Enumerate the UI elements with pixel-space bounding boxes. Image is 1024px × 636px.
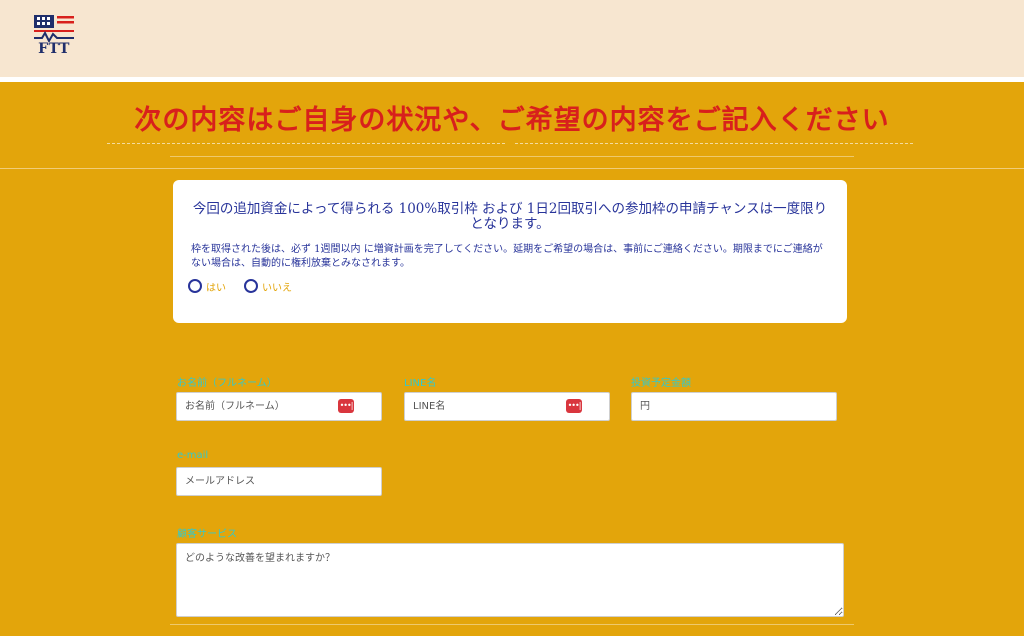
radio-yes[interactable]: はい (188, 279, 226, 294)
bottom-divider (170, 624, 854, 625)
service-label: 顧客サービス (177, 529, 237, 540)
headline-underline-left (107, 143, 505, 144)
radio-no[interactable]: いいえ (244, 279, 292, 294)
logo-text: FTT (38, 41, 70, 57)
consent-radio-group: はい いいえ (188, 277, 310, 295)
amount-input[interactable] (631, 392, 837, 421)
name-label: お名前（フルネーム） (177, 378, 277, 389)
amount-label: 投資予定金額 (631, 378, 691, 389)
radio-circle-icon[interactable] (188, 279, 202, 293)
line-name-label: LINE名 (404, 378, 437, 389)
notice-card: 今回の追加資金によって得られる 100%取引枠 および 1日2回取引への参加枠の… (173, 180, 847, 323)
flag-chart-icon (34, 15, 74, 44)
notice-body: 枠を取得された後は、必ず 1週間以内 に増資計画を完了してください。延期をご希望… (191, 244, 823, 269)
header-divider (0, 77, 1024, 82)
email-input[interactable] (176, 467, 382, 496)
section-divider (170, 156, 854, 157)
email-label: e-mail (177, 450, 209, 461)
password-manager-icon[interactable]: •••| (338, 399, 354, 413)
notice-title: 今回の追加資金によって得られる 100%取引枠 および 1日2回取引への参加枠の… (192, 201, 828, 232)
radio-no-label: いいえ (262, 282, 292, 294)
password-manager-icon[interactable]: •••| (566, 399, 582, 413)
section-divider-full (0, 168, 1024, 169)
ftt-logo[interactable]: FTT (30, 12, 78, 62)
service-textarea[interactable] (176, 543, 844, 617)
site-header: FTT (0, 0, 1024, 77)
radio-yes-label: はい (206, 282, 226, 294)
headline-underline-right (515, 143, 913, 144)
page-headline: 次の内容はご自身の状況や、ご希望の内容をご記入ください (134, 105, 890, 136)
radio-circle-icon[interactable] (244, 279, 258, 293)
